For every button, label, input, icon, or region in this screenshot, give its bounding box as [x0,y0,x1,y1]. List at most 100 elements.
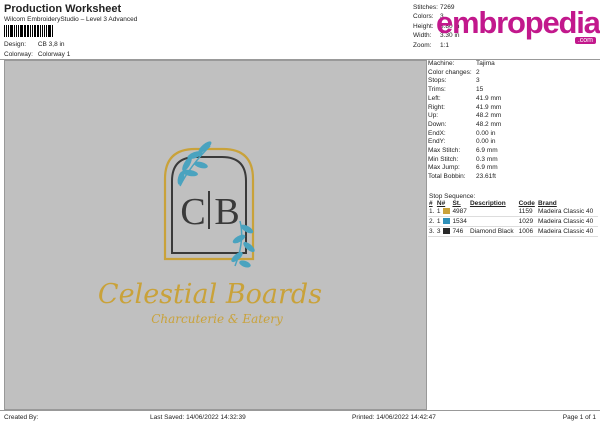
machine-info-label: Trims: [428,86,446,94]
thread-brand: Madeira Classic 40 [537,226,598,237]
machine-info-label: EndY: [428,138,446,146]
machine-info-row: Trims: 15 [428,86,501,95]
thread-color-swatch [442,218,450,225]
thread-color-swatch [442,208,450,215]
stop-sequence-col-header: Brand [538,200,557,207]
embropedia-logo: embropedia .com [436,5,600,47]
barcode-bar [47,25,49,37]
machine-info-row: EndX: 0.00 in [428,130,501,139]
stop-sequence-label: Stop Sequence: [429,193,476,200]
stitch-count: 1534 [451,216,469,227]
page-title: Production Worksheet [4,3,122,15]
machine-info-value: 41.9 mm [476,103,502,111]
barcode-bar [14,25,15,37]
machine-info-value: 6.9 mm [476,147,498,155]
logo-suffix: .com [574,37,596,44]
machine-info-label: Stops: [428,77,447,85]
tagline-text: Charcuterie & Eatery [151,312,283,326]
barcode-bar [46,25,47,37]
machine-info-label: Total Bobbin: [428,173,466,181]
machine-info-label: Left: [428,94,441,102]
machine-info-value: 6.9 mm [476,164,498,172]
embroidery-design: C B Celestial Boards Charcuterie & Eater… [98,141,322,326]
stop-sequence-col-header: Code [518,200,535,207]
design-preview: C B Celestial Boards Charcuterie & Eater… [4,60,427,410]
machine-info-label: Max Stitch: [428,147,461,155]
monogram-c: C [180,191,205,233]
design-label: Design: [4,41,27,48]
machine-info-row: EndY: 0.00 in [428,138,501,147]
stop-sequence-col-header: Description [469,200,506,207]
barcode-bar [7,25,9,37]
footer-bar: Created By: Last Saved: 14/06/2022 14:32… [0,410,600,425]
stop-sequence-header: # N# St. Description Code Brand [428,200,598,207]
barcode-bar [49,25,52,37]
barcode-bar [33,25,36,37]
stop-sequence-col-header: St. [452,200,461,207]
software-subtitle: Wilcom EmbroideryStudio – Level 3 Advanc… [4,16,138,23]
machine-info-label: Down: [428,120,447,128]
thread-code: 1006 [517,226,537,237]
stop-sequence-row[interactable]: 1. 1 4987 1159 Madeira Classic 40 [428,207,598,217]
machine-info-label: Up: [428,112,439,120]
barcode-bar [28,25,29,37]
machine-info-row: Right: 41.9 mm [428,104,501,113]
page-number: Page 1 of 1 [562,414,596,421]
machine-info-row: Down: 48.2 mm [428,121,501,130]
machine-info-row: Left: 41.9 mm [428,95,501,104]
stop-index: 2. [428,216,436,227]
brand-text: Celestial Boards [98,279,322,310]
stop-sequence-row[interactable]: 3. 3 746 Diamond Black 1006 Madeira Classic 4… [428,226,598,237]
machine-info-label: Machine: [428,60,455,67]
machine-info-row: Up: 48.2 mm [428,112,501,121]
barcode-bar [11,25,14,37]
stop-sequence-row[interactable]: 2. 1 1534 1029 Madeira Classic 40 [428,216,598,227]
stop-index: 3. [428,226,436,237]
barcode-bar [39,25,42,37]
printed-date: Printed: 14/06/2022 14:42:47 [352,414,436,421]
barcode-bar [5,25,7,37]
machine-info-label: Color changes: [428,68,472,76]
barcode-bar [38,25,39,37]
machine-info-value: 41.9 mm [476,94,502,102]
colorway-row: Colorway: Colorway 1 [4,51,70,58]
barcode-bar [9,25,11,37]
machine-info-value: Tajima [476,60,495,67]
color-swatch [441,207,452,217]
barcode-bar [32,25,33,37]
stop-sequence-table: Stop Sequence: # N# St. Description Code Bran… [428,193,598,237]
machine-info-row: Max Jump: 6.9 mm [428,164,501,173]
machine-info-label: Right: [428,103,445,111]
machine-info-row: Min Stitch: 0.3 mm [428,156,501,165]
barcode-bar [4,25,5,37]
stitch-count: 4987 [451,207,469,217]
thread-color-swatch [442,228,450,235]
monogram-b: B [214,191,239,233]
machine-info-label: Min Stitch: [428,155,459,163]
stop-sequence-col-header: N# [436,200,446,207]
machine-info-value: 0.00 in [476,129,496,137]
barcode-bar [26,25,28,37]
machine-info-row: Max Stitch: 6.9 mm [428,147,501,156]
barcode [4,25,54,37]
thread-description [468,207,518,217]
design-row: Design: CB 3,8 in [4,41,65,48]
stop-index: 1. [428,207,436,217]
thread-code: 1029 [517,216,537,227]
colorway-label: Colorway: [4,51,33,58]
created-by: Created By: [4,414,39,421]
barcode-bar [42,25,43,37]
design-value: CB 3,8 in [37,41,65,48]
machine-info-value: 0.3 mm [476,155,498,163]
machine-info-value: 2 [476,68,480,76]
color-swatch [441,226,452,237]
thread-brand: Madeira Classic 40 [537,216,598,227]
stitch-count: 746 [451,226,469,237]
machine-info-label: EndX: [428,129,446,137]
thread-description: Diamond Black [468,226,518,237]
barcode-bar [29,25,32,37]
machine-info-value: 15 [476,86,484,94]
last-saved: Last Saved: 14/06/2022 14:32:39 [150,414,246,421]
machine-info-value: 23.61ft [476,173,496,181]
machine-info-label: Max Jump: [428,164,460,172]
